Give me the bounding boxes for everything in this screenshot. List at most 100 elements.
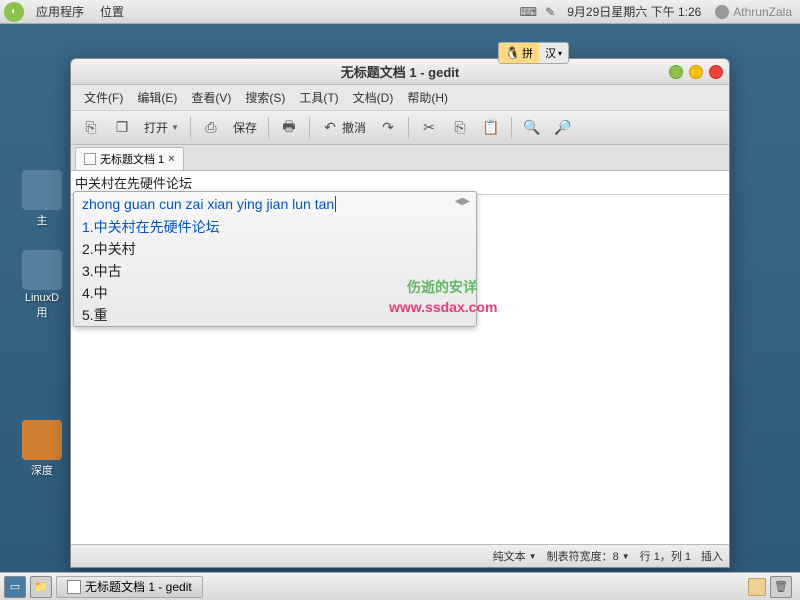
toolbar: ⎘ ❐ 打开 ▼ ⎙ 保存 🖶 ↶ 撤消 ↷ ✂ ⎘ 📋 🔍 🔎 bbox=[71, 111, 729, 145]
editor-area[interactable]: 中关村在先硬件论坛 zhong guan cun zai xian ying j… bbox=[71, 171, 729, 545]
tab-close-icon[interactable]: × bbox=[168, 153, 174, 165]
keyboard-tray-icon[interactable]: ⌨ bbox=[520, 4, 536, 20]
search-icon: 🔍 bbox=[523, 119, 541, 137]
save-label: 保存 bbox=[233, 119, 257, 136]
menu-file[interactable]: 文件(F) bbox=[77, 87, 130, 108]
redo-icon: ↷ bbox=[379, 119, 397, 137]
document-icon bbox=[84, 153, 96, 165]
chevron-down-icon: ▼ bbox=[622, 552, 630, 561]
ime-indicator-bar[interactable]: 🐧 拼 汉 ▾ bbox=[498, 42, 569, 64]
ime-nav-arrows[interactable]: ◀▶ bbox=[455, 196, 470, 207]
username-label: AthrunZala bbox=[733, 5, 792, 19]
ime-tab-pinyin[interactable]: 🐧 拼 bbox=[499, 43, 539, 63]
titlebar[interactable]: 无标题文档 1 - gedit bbox=[71, 59, 729, 85]
copy-icon: ⎘ bbox=[451, 119, 469, 137]
document-tab[interactable]: 无标题文档 1 × bbox=[75, 147, 184, 170]
watermark-text: 伤逝的安详 bbox=[407, 277, 477, 297]
ime-candidate-2[interactable]: 2.中关村 bbox=[74, 238, 476, 260]
distro-logo-icon[interactable]: ◐ bbox=[4, 2, 24, 22]
chevron-down-icon: ▾ bbox=[558, 49, 562, 58]
menu-help[interactable]: 帮助(H) bbox=[400, 87, 455, 108]
folder-icon bbox=[22, 250, 62, 290]
open-label: 打开 bbox=[144, 119, 168, 136]
top-panel: ◐ 应用程序 位置 ⌨ ✎ 9月29日星期六 下午 1:26 AthrunZal… bbox=[0, 0, 800, 24]
tabbar: 无标题文档 1 × bbox=[71, 145, 729, 171]
window-controls bbox=[669, 65, 723, 79]
penguin-icon: 🐧 bbox=[505, 46, 520, 60]
folder-icon bbox=[22, 420, 62, 460]
cut-icon: ✂ bbox=[420, 119, 438, 137]
clock[interactable]: 9月29日星期六 下午 1:26 bbox=[561, 3, 707, 20]
user-menu[interactable]: AthrunZala bbox=[707, 5, 800, 19]
desktop-icon[interactable]: 主 bbox=[12, 170, 72, 228]
insert-mode: 插入 bbox=[701, 548, 723, 564]
taskbar-task-gedit[interactable]: 无标题文档 1 - gedit bbox=[56, 576, 203, 598]
document-icon bbox=[67, 580, 81, 594]
cursor-position: 行 1，列 1 bbox=[640, 548, 691, 564]
new-tab-button[interactable]: ⎘ bbox=[77, 116, 105, 140]
desktop-icon-label: 深度 bbox=[12, 462, 72, 478]
menu-edit[interactable]: 编辑(E) bbox=[130, 87, 184, 108]
gedit-window: 无标题文档 1 - gedit 文件(F) 编辑(E) 查看(V) 搜索(S) … bbox=[70, 58, 730, 568]
menu-search[interactable]: 搜索(S) bbox=[238, 87, 292, 108]
menu-view[interactable]: 查看(V) bbox=[184, 87, 238, 108]
ime-pinyin-text: zhong guan cun zai xian ying jian lun ta… bbox=[82, 196, 336, 212]
applications-menu[interactable]: 应用程序 bbox=[28, 3, 92, 20]
paste-button[interactable]: 📋 bbox=[477, 116, 505, 140]
task-label: 无标题文档 1 - gedit bbox=[85, 578, 192, 595]
menu-tools[interactable]: 工具(T) bbox=[292, 87, 345, 108]
chevron-down-icon: ▼ bbox=[529, 552, 537, 561]
save-button[interactable]: 保存 bbox=[228, 116, 262, 139]
ime-tab-label: 汉 bbox=[545, 45, 556, 61]
statusbar: 纯文本 ▼ 制表符宽度：8 ▼ 行 1，列 1 插入 bbox=[71, 545, 729, 567]
ime-tab-han[interactable]: 汉 ▾ bbox=[539, 43, 568, 63]
places-menu[interactable]: 位置 bbox=[92, 3, 132, 20]
new-window-button[interactable]: ❐ bbox=[108, 116, 136, 140]
tabwidth-selector[interactable]: 制表符宽度：8 ▼ bbox=[547, 548, 630, 564]
redo-button[interactable]: ↷ bbox=[374, 116, 402, 140]
watermark-url: www.ssdax.com bbox=[389, 299, 497, 315]
menu-documents[interactable]: 文档(D) bbox=[346, 87, 401, 108]
filetype-selector[interactable]: 纯文本 ▼ bbox=[493, 548, 537, 564]
separator bbox=[408, 117, 409, 139]
paste-icon: 📋 bbox=[482, 119, 500, 137]
cut-button[interactable]: ✂ bbox=[415, 116, 443, 140]
separator bbox=[511, 117, 512, 139]
ime-candidate-1[interactable]: 1.中关村在先硬件论坛 bbox=[74, 216, 476, 238]
undo-icon: ↶ bbox=[321, 119, 339, 137]
desktop-icon-label: LinuxD 用 bbox=[12, 292, 72, 320]
user-avatar-icon bbox=[715, 5, 729, 19]
brush-tray-icon[interactable]: ✎ bbox=[542, 4, 558, 20]
print-icon: 🖶 bbox=[280, 119, 298, 137]
ime-tab-label: 拼 bbox=[522, 45, 533, 61]
file-manager-launcher[interactable]: 📁 bbox=[30, 576, 52, 598]
close-button[interactable] bbox=[709, 65, 723, 79]
new-window-icon: ❐ bbox=[113, 119, 131, 137]
separator bbox=[309, 117, 310, 139]
minimize-button[interactable] bbox=[669, 65, 683, 79]
separator bbox=[268, 117, 269, 139]
desktop-icon[interactable]: LinuxD 用 bbox=[12, 250, 72, 320]
open-button[interactable]: 打开 ▼ bbox=[139, 116, 184, 139]
find-replace-button[interactable]: 🔎 bbox=[549, 116, 577, 140]
notes-tray-icon[interactable] bbox=[748, 578, 766, 596]
trash-tray-icon[interactable]: 🗑 bbox=[770, 576, 792, 598]
search-replace-icon: 🔎 bbox=[554, 119, 572, 137]
window-title: 无标题文档 1 - gedit bbox=[341, 62, 459, 81]
save-as-icon: ⎙ bbox=[202, 119, 220, 137]
maximize-button[interactable] bbox=[689, 65, 703, 79]
show-desktop-button[interactable]: ▭ bbox=[4, 576, 26, 598]
folder-icon bbox=[22, 170, 62, 210]
undo-label: 撤消 bbox=[342, 119, 366, 136]
desktop-icon[interactable]: 深度 bbox=[12, 420, 72, 478]
copy-button[interactable]: ⎘ bbox=[446, 116, 474, 140]
separator bbox=[190, 117, 191, 139]
tabwidth-label: 制表符宽度：8 bbox=[547, 548, 619, 564]
print-button[interactable]: 🖶 bbox=[275, 116, 303, 140]
save-as-button[interactable]: ⎙ bbox=[197, 116, 225, 140]
desktop-icon-label: 主 bbox=[12, 212, 72, 228]
find-button[interactable]: 🔍 bbox=[518, 116, 546, 140]
undo-button[interactable]: ↶ 撤消 bbox=[316, 116, 371, 140]
taskbar-tray: 🗑 bbox=[748, 576, 796, 598]
ime-pinyin-row: zhong guan cun zai xian ying jian lun ta… bbox=[74, 192, 476, 216]
